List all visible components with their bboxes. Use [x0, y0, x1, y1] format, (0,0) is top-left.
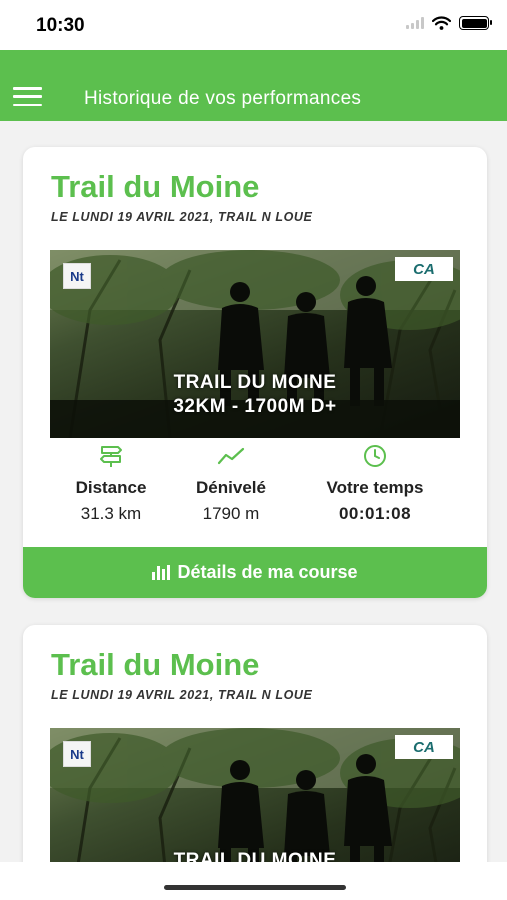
trail-n-loue-logo: Nt — [63, 741, 91, 767]
home-indicator-area — [0, 862, 507, 900]
page-title: Historique de vos performances — [84, 88, 362, 109]
battery-icon — [459, 16, 492, 30]
race-title: Trail du Moine — [51, 169, 260, 204]
stat-value: 31.3 km — [80, 504, 142, 523]
stat-value: 00:01:08 — [338, 504, 412, 523]
status-time: 10:30 — [36, 15, 85, 36]
credit-agricole-logo: CA — [395, 735, 453, 759]
poster-title: TRAIL DU MOINE — [173, 372, 337, 393]
bar-chart-icon — [152, 565, 171, 580]
credit-agricole-logo: CA — [395, 257, 453, 281]
race-stats: Distance 31.3 km Dénivelé 1790 m Votre t… — [23, 444, 487, 524]
stat-label: Dénivelé — [196, 478, 266, 497]
home-indicator[interactable] — [164, 885, 346, 890]
status-icons — [406, 16, 492, 30]
status-bar: 10:30 — [0, 0, 507, 50]
stat-value: 1790 m — [202, 504, 260, 523]
trail-n-loue-logo: Nt — [63, 263, 91, 289]
poster-distance: 32KM - 1700M D+ — [173, 396, 337, 417]
elevation-trend-icon — [217, 447, 245, 465]
hamburger-menu-icon[interactable] — [13, 87, 42, 106]
race-subtitle: LE LUNDI 19 AVRIL 2021, TRAIL N LOUE — [51, 688, 313, 702]
stat-label: Votre temps — [326, 478, 424, 497]
cellular-signal-icon — [406, 17, 424, 29]
stat-time: Votre temps 00:01:08 — [305, 444, 445, 524]
app-header: Historique de vos performances — [0, 50, 507, 121]
performance-card: Trail du Moine LE LUNDI 19 AVRIL 2021, T… — [23, 147, 487, 598]
stat-elevation: Dénivelé 1790 m — [181, 444, 281, 524]
wifi-icon — [432, 16, 451, 30]
race-title: Trail du Moine — [51, 647, 260, 682]
stat-label: Distance — [75, 478, 147, 497]
race-poster-image: Nt CA TRAIL DU MOINE 32KM - 1700M D+ — [50, 250, 460, 438]
performance-card: Trail du Moine LE LUNDI 19 AVRIL 2021, T… — [23, 625, 487, 885]
clock-icon — [364, 445, 386, 467]
race-details-button[interactable]: Détails de ma course — [23, 547, 487, 598]
route-signpost-icon — [100, 446, 122, 467]
stat-distance: Distance 31.3 km — [63, 444, 159, 524]
race-subtitle: LE LUNDI 19 AVRIL 2021, TRAIL N LOUE — [51, 210, 313, 224]
race-details-label: Détails de ma course — [177, 562, 358, 582]
